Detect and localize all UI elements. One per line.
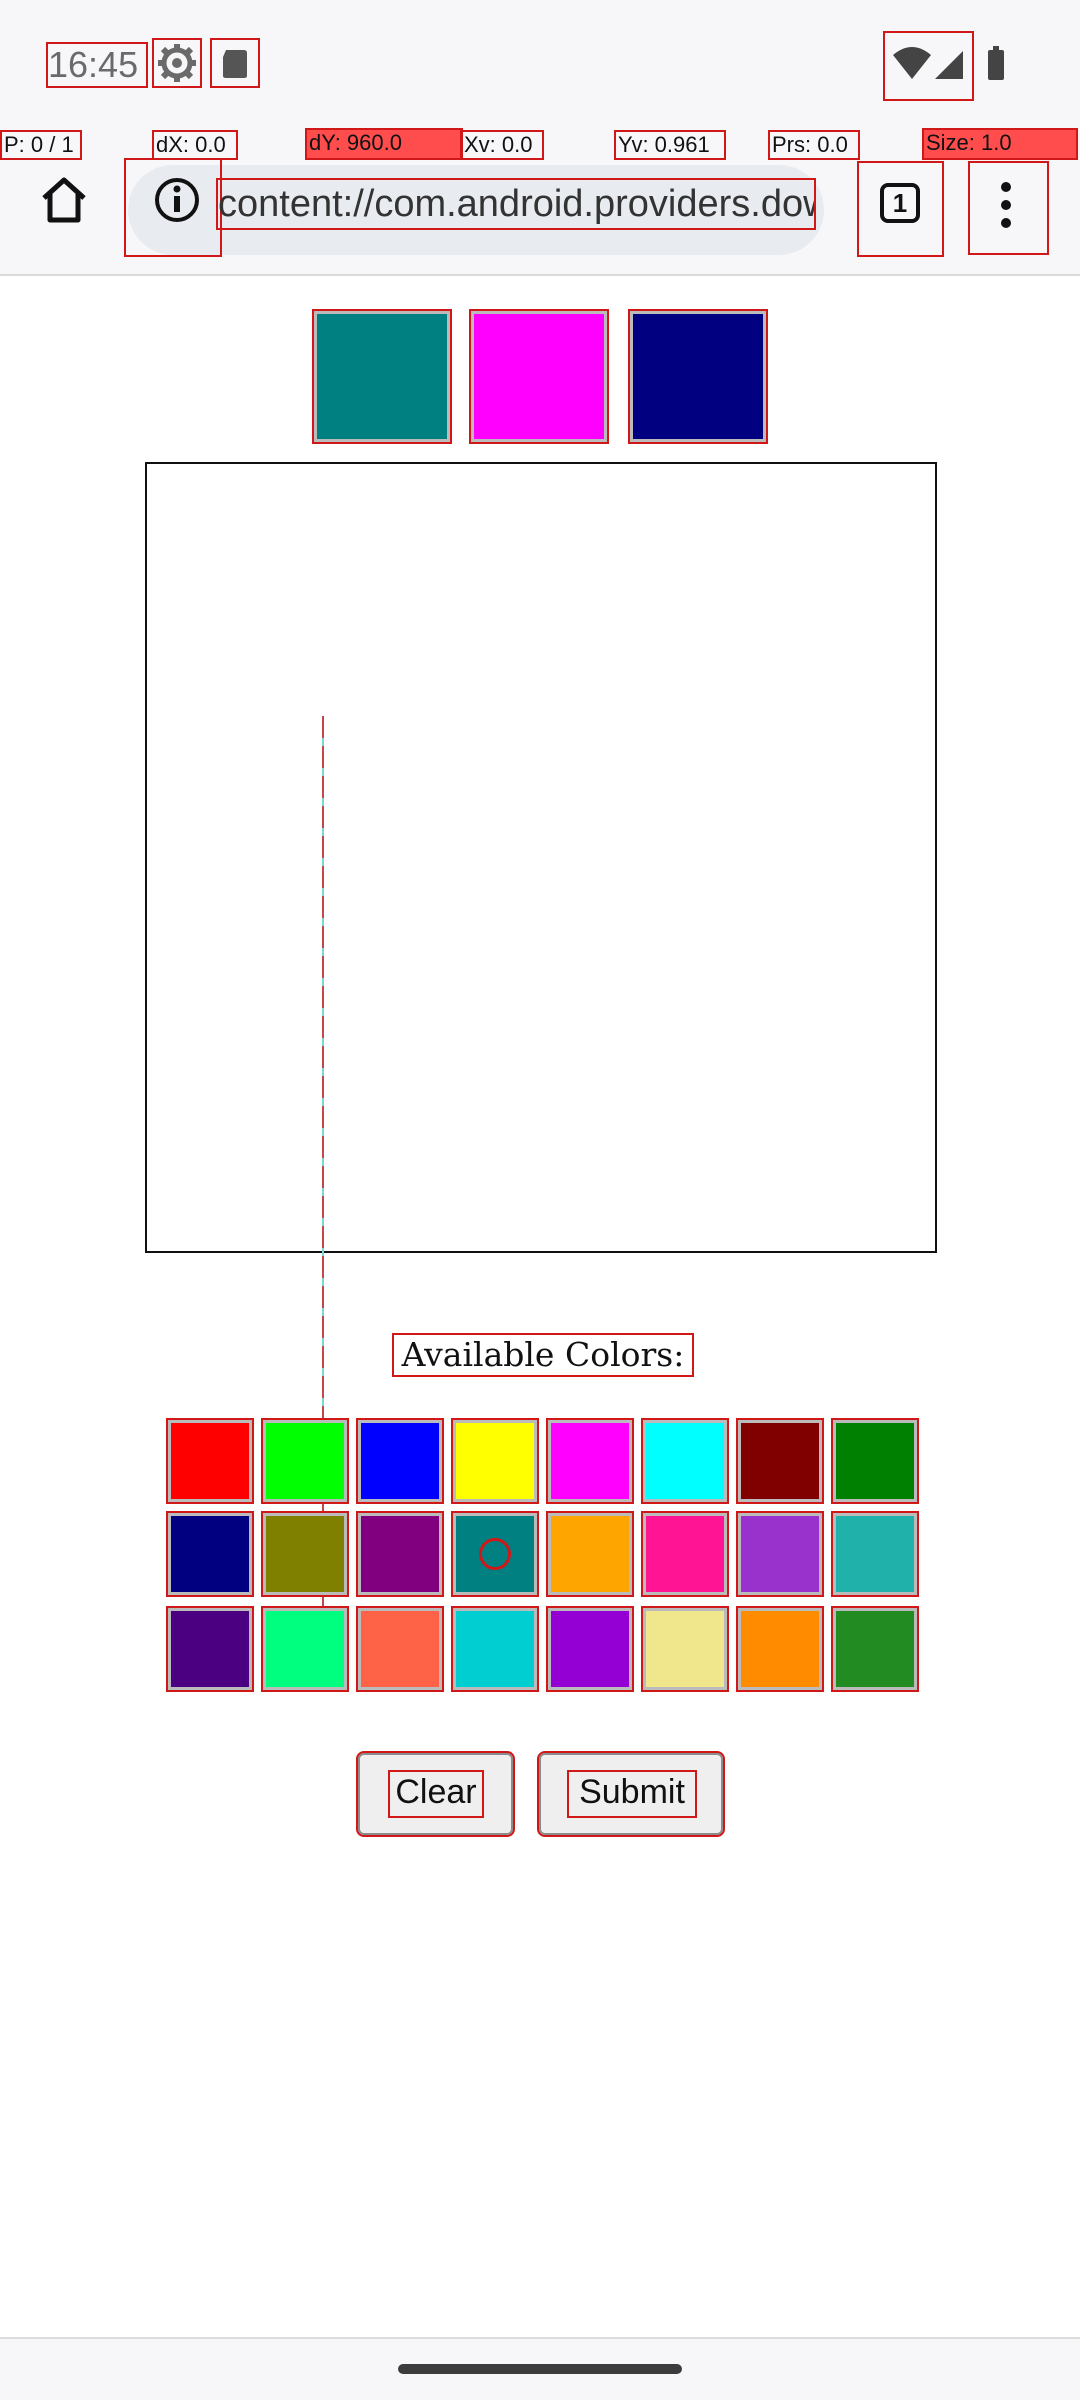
home-icon[interactable]: [36, 172, 92, 228]
palette-color-swatch[interactable]: [166, 1418, 254, 1504]
palette-color-swatch[interactable]: [831, 1418, 919, 1504]
pointer-count: P: 0 / 1: [0, 130, 82, 160]
palette-color-swatch[interactable]: [641, 1606, 729, 1692]
more-menu-icon[interactable]: [968, 161, 1049, 255]
submit-button[interactable]: Submit: [537, 1751, 725, 1837]
settings-icon: [152, 38, 202, 88]
selected-color-marker: [479, 1538, 511, 1570]
palette-color-swatch[interactable]: [451, 1418, 539, 1504]
palette-color-swatch[interactable]: [831, 1511, 919, 1597]
palette-color-swatch[interactable]: [546, 1511, 634, 1597]
drawing-canvas[interactable]: [145, 462, 937, 1253]
palette-color-swatch[interactable]: [831, 1606, 919, 1692]
palette-color-swatch[interactable]: [641, 1511, 729, 1597]
palette-color-swatch[interactable]: [451, 1511, 539, 1597]
palette-color-swatch[interactable]: [356, 1606, 444, 1692]
target-color-swatch: [628, 309, 768, 444]
velocity-y: Yv: 0.961: [614, 130, 726, 160]
wifi-signal-battery-icons: [883, 31, 974, 101]
palette-color-swatch[interactable]: [736, 1511, 824, 1597]
palette-color-swatch[interactable]: [261, 1418, 349, 1504]
battery-icon: [988, 46, 1004, 80]
site-info-icon[interactable]: [124, 158, 222, 257]
available-colors-label: Available Colors:: [392, 1333, 694, 1377]
pressure: Prs: 0.0: [768, 130, 860, 160]
target-color-swatch: [312, 309, 452, 444]
status-clock: 16:45: [46, 42, 148, 88]
url-text[interactable]: content://com.android.providers.download…: [216, 178, 816, 230]
clear-button-label: Clear: [388, 1770, 484, 1818]
sd-card-icon: [210, 38, 260, 88]
palette-color-swatch[interactable]: [166, 1511, 254, 1597]
palette-color-swatch[interactable]: [261, 1511, 349, 1597]
delta-x: dX: 0.0: [152, 130, 238, 160]
palette-color-swatch[interactable]: [546, 1606, 634, 1692]
palette-color-swatch[interactable]: [356, 1511, 444, 1597]
delta-y: dY: 960.0: [305, 128, 463, 160]
touch-size: Size: 1.0: [922, 128, 1078, 160]
tab-count: 1: [880, 183, 920, 223]
tab-switcher-icon[interactable]: 1: [857, 161, 944, 257]
palette-color-swatch[interactable]: [736, 1606, 824, 1692]
submit-button-label: Submit: [567, 1770, 697, 1818]
velocity-x: Xv: 0.0: [460, 130, 544, 160]
palette-color-swatch[interactable]: [166, 1606, 254, 1692]
palette-color-swatch[interactable]: [546, 1418, 634, 1504]
palette-color-swatch[interactable]: [641, 1418, 729, 1504]
target-color-swatch: [469, 309, 609, 444]
palette-color-swatch[interactable]: [736, 1418, 824, 1504]
palette-color-swatch[interactable]: [261, 1606, 349, 1692]
palette-color-swatch[interactable]: [356, 1418, 444, 1504]
clear-button[interactable]: Clear: [356, 1751, 515, 1837]
gesture-handle[interactable]: [398, 2364, 682, 2374]
palette-color-swatch[interactable]: [451, 1606, 539, 1692]
